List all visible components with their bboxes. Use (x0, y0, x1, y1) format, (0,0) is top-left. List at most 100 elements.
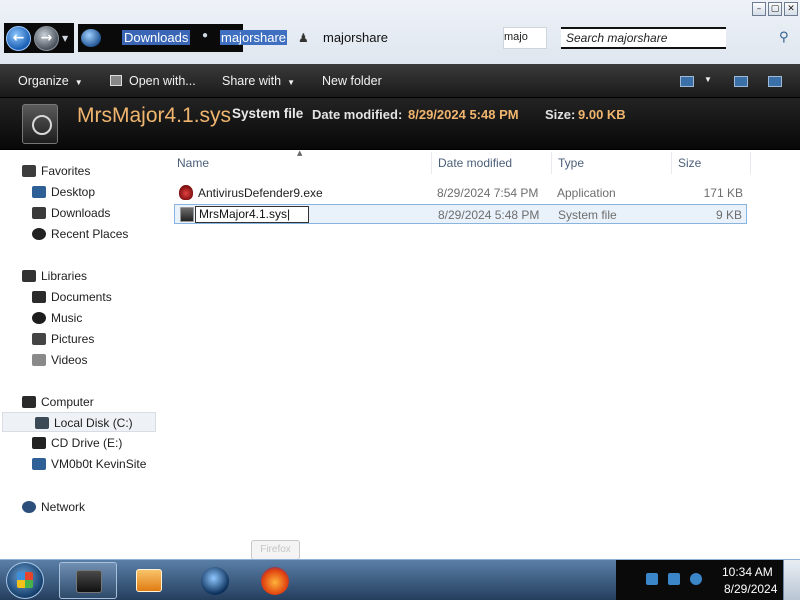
column-divider[interactable] (551, 152, 552, 174)
nav-favorites[interactable]: Favorites (0, 161, 158, 181)
nav-pictures-label: Pictures (51, 332, 95, 346)
tray-volume-icon[interactable] (690, 573, 702, 585)
share-with-button[interactable]: Share with ▼ (222, 74, 295, 88)
cd-drive-icon (32, 437, 46, 449)
file-date: 8/29/2024 5:48 PM (438, 208, 540, 222)
tray-flag-icon[interactable] (646, 573, 658, 585)
details-file-type: System file (232, 106, 304, 121)
music-icon (32, 312, 46, 324)
search-placeholder: Search majorshare (566, 31, 668, 45)
details-modified-label: Date modified: (312, 107, 403, 122)
downloads-icon (32, 207, 46, 219)
nav-network-drive-label: VM0b0t KevinSite (51, 457, 147, 471)
nav-recent-places[interactable]: Recent Places (0, 224, 158, 244)
view-options-chevron-icon[interactable]: ▼ (704, 75, 712, 84)
windows-logo-icon (17, 572, 33, 588)
nav-buttons: ← → ▼ (4, 23, 74, 53)
address-bar[interactable]: Downloads ● majorshare ♟ majorshare (78, 24, 498, 52)
nav-documents-label: Documents (51, 290, 112, 304)
rename-input[interactable]: MrsMajor4.1.sys| (195, 206, 309, 223)
tray-network-icon[interactable] (668, 573, 680, 585)
firefox-icon (261, 567, 289, 595)
taskbar-firefox-button[interactable] (245, 562, 303, 599)
breadcrumb-downloads[interactable]: Downloads (122, 30, 191, 45)
explorer-icon (76, 570, 102, 593)
nav-local-disk[interactable]: Local Disk (C:) (2, 412, 156, 432)
details-size-value: 9.00 KB (578, 107, 626, 122)
nav-pictures[interactable]: Pictures (0, 329, 158, 349)
show-desktop-button[interactable] (783, 560, 800, 600)
column-divider[interactable] (431, 152, 432, 174)
file-name: AntivirusDefender9.exe (198, 186, 323, 200)
title-address-bar: – ▢ ✕ ← → ▼ Downloads ● majorshare ♟ maj… (0, 0, 800, 64)
nav-downloads[interactable]: Downloads (0, 203, 158, 223)
close-button[interactable]: ✕ (784, 2, 798, 16)
column-header-name[interactable]: Name (177, 156, 209, 170)
clock-date[interactable]: 8/29/2024 (724, 582, 777, 596)
breadcrumb-separator-icon[interactable]: ● (202, 30, 208, 41)
desktop-icon (32, 186, 46, 198)
address-edit-field[interactable]: majo (503, 27, 547, 49)
file-row[interactable]: AntivirusDefender9.exe 8/29/2024 7:54 PM… (174, 183, 747, 203)
taskbar-media-player-button[interactable] (120, 562, 178, 599)
column-header-date[interactable]: Date modified (438, 156, 512, 170)
change-view-icon[interactable] (680, 76, 694, 87)
taskbar-tooltip: Firefox (251, 540, 300, 560)
open-with-button[interactable]: Open with... (129, 74, 196, 88)
column-divider[interactable] (671, 152, 672, 174)
favorites-star-icon (22, 165, 36, 177)
forward-button[interactable]: → (34, 26, 59, 51)
nav-music-label: Music (51, 311, 83, 325)
file-row-selected[interactable]: MrsMajor4.1.sys| 8/29/2024 5:48 PM Syste… (174, 204, 747, 224)
nav-documents[interactable]: Documents (0, 287, 158, 307)
clock-time[interactable]: 10:34 AM (722, 565, 773, 579)
nav-network[interactable]: Network (0, 497, 158, 517)
computer-icon (22, 396, 36, 408)
antivirus-exe-icon (179, 185, 193, 200)
pictures-icon (32, 333, 46, 345)
details-size-label: Size: (545, 107, 576, 122)
new-folder-button[interactable]: New folder (322, 74, 382, 88)
nav-recent-places-label: Recent Places (51, 227, 129, 241)
nav-cd-drive[interactable]: CD Drive (E:) (0, 433, 158, 453)
column-divider[interactable] (750, 152, 751, 174)
forward-arrow-icon: → (40, 30, 53, 46)
command-bar: Organize ▼ Open with... Share with ▼ New f… (0, 64, 800, 98)
details-modified-value: 8/29/2024 5:48 PM (408, 107, 519, 122)
column-header-type[interactable]: Type (558, 156, 584, 170)
breadcrumb-majorshare-current[interactable]: majorshare (323, 30, 388, 45)
libraries-icon (22, 270, 36, 282)
nav-computer[interactable]: Computer (0, 392, 158, 412)
breadcrumb-majorshare[interactable]: majorshare (220, 30, 288, 45)
file-size: 171 KB (703, 186, 743, 200)
nav-libraries[interactable]: Libraries (0, 266, 158, 286)
nav-desktop[interactable]: Desktop (0, 182, 158, 202)
start-button[interactable] (6, 562, 44, 599)
maximize-button[interactable]: ▢ (768, 2, 782, 16)
search-input[interactable]: Search majorshare (561, 27, 726, 49)
nav-videos[interactable]: Videos (0, 350, 158, 370)
column-header-size[interactable]: Size (678, 156, 701, 170)
back-button[interactable]: ← (6, 26, 31, 51)
chevron-down-icon: ▼ (287, 78, 295, 87)
file-type: Application (557, 186, 616, 200)
file-date: 8/29/2024 7:54 PM (437, 186, 539, 200)
help-icon[interactable] (768, 76, 782, 87)
internet-explorer-icon (201, 567, 229, 595)
recent-pages-dropdown-icon[interactable]: ▼ (62, 34, 68, 43)
file-size: 9 KB (715, 208, 742, 222)
search-icon[interactable]: ⚲ (779, 30, 789, 45)
organize-button[interactable]: Organize ▼ (18, 74, 83, 88)
address-edit-text: majo (504, 31, 528, 43)
minimize-button[interactable]: – (752, 2, 766, 16)
taskbar-internet-explorer-button[interactable] (185, 562, 243, 599)
breadcrumb-folder-icon: ♟ (298, 31, 309, 45)
sort-ascending-icon: ▲ (297, 149, 303, 157)
nav-network-drive[interactable]: VM0b0t KevinSite (0, 454, 158, 474)
taskbar-explorer-button[interactable] (59, 562, 117, 599)
nav-network-label: Network (41, 500, 86, 514)
preview-pane-icon[interactable] (734, 76, 748, 87)
nav-music[interactable]: Music (0, 308, 158, 328)
details-pane: MrsMajor4.1.sys System file Date modifie… (0, 98, 800, 150)
navigation-pane: Favorites Desktop Downloads Recent Place… (0, 151, 165, 559)
